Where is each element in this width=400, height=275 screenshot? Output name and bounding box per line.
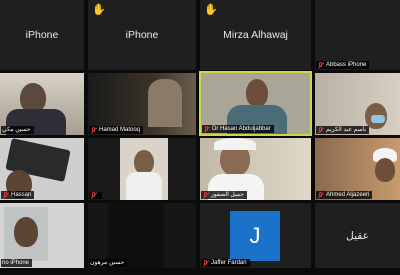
name-label: Hamad Matooq	[89, 126, 144, 134]
muted-mic-icon	[2, 191, 9, 199]
raised-hand-icon: ✋	[204, 4, 218, 16]
muted-mic-icon	[317, 61, 324, 69]
person-head	[134, 150, 154, 174]
person-head	[375, 158, 395, 182]
participant-name: حسين مكي	[2, 127, 31, 133]
participant-tile[interactable]: حسين مكي	[0, 73, 84, 135]
name-label: حسين مكي	[1, 126, 34, 134]
participant-name: باسم عبد الكريم	[326, 127, 367, 133]
gallery-view: iPhone ✋ iPhone ✋ Mirza Alhawaj Abbass i…	[0, 0, 400, 275]
name-label: جميل الصفور	[201, 191, 247, 199]
avatar: J	[230, 211, 280, 261]
participant-tile[interactable]: iPhone	[0, 0, 84, 70]
participant-tile[interactable]: Abbass iPhone	[315, 0, 400, 70]
participant-tile-active-speaker[interactable]: Dr Hasan Abduljabbar	[199, 71, 312, 136]
participant-name: Abbass iPhone	[326, 62, 367, 68]
person-head	[246, 79, 268, 107]
face-mask	[371, 115, 385, 123]
participant-name: Jaffer Fardan	[211, 260, 247, 266]
participant-name: Dr Hasan Abduljabbar	[212, 126, 271, 132]
muted-mic-icon	[90, 192, 97, 199]
name-label: no iPhone	[1, 259, 33, 267]
participant-tile[interactable]: حسين مرهون	[88, 203, 196, 268]
participant-tile[interactable]: Ahmed Aljazeeri	[315, 138, 400, 200]
participant-tile[interactable]: Hamad Matooq	[88, 73, 196, 135]
name-label: Abbass iPhone	[316, 61, 370, 69]
person-body	[126, 172, 162, 200]
name-label: Ahmed Aljazeeri	[316, 191, 373, 199]
participant-name: Mirza Alhawaj	[223, 29, 288, 41]
participant-tile[interactable]: no iPhone	[0, 203, 84, 268]
muted-mic-icon	[90, 126, 97, 134]
participant-name: عقيل	[346, 229, 369, 242]
participant-tile[interactable]: جميل الصفور	[200, 138, 311, 200]
participant-name: حسين مرهون	[90, 260, 125, 266]
raised-hand-icon: ✋	[92, 4, 106, 16]
door-arch	[148, 79, 182, 127]
muted-mic-icon	[203, 125, 210, 133]
muted-mic-icon	[317, 191, 324, 199]
participant-name: iPhone	[25, 29, 59, 41]
muted-mic-icon	[317, 126, 324, 134]
participant-tile[interactable]: Hassan	[0, 138, 84, 200]
participant-tile[interactable]: عقيل	[315, 203, 400, 268]
name-label: Jaffer Fardan	[201, 259, 250, 267]
participant-name: Hassan	[11, 192, 32, 198]
name-label: باسم عبد الكريم	[316, 126, 370, 134]
name-label: حسين مرهون	[89, 259, 128, 267]
participant-tile[interactable]: ✋ iPhone	[88, 0, 196, 70]
participant-name: جميل الصفور	[211, 192, 244, 198]
muted-mic-icon	[202, 259, 209, 267]
participant-name: Ahmed Aljazeeri	[326, 192, 370, 198]
name-label: Hassan	[1, 191, 35, 199]
participant-tile[interactable]: J Jaffer Fardan	[200, 203, 311, 268]
participant-name: Hamad Matooq	[99, 127, 141, 133]
participant-tile[interactable]: باسم عبد الكريم	[315, 73, 400, 135]
participant-tile[interactable]: ✋ Mirza Alhawaj	[200, 0, 311, 70]
head-cap	[214, 138, 256, 150]
name-label	[89, 192, 102, 199]
participant-tile[interactable]	[88, 138, 196, 200]
participant-name: iPhone	[125, 29, 159, 41]
person-head	[14, 217, 38, 247]
muted-mic-icon	[202, 191, 209, 199]
name-label: Dr Hasan Abduljabbar	[202, 125, 274, 133]
participant-name: no iPhone	[2, 260, 30, 266]
